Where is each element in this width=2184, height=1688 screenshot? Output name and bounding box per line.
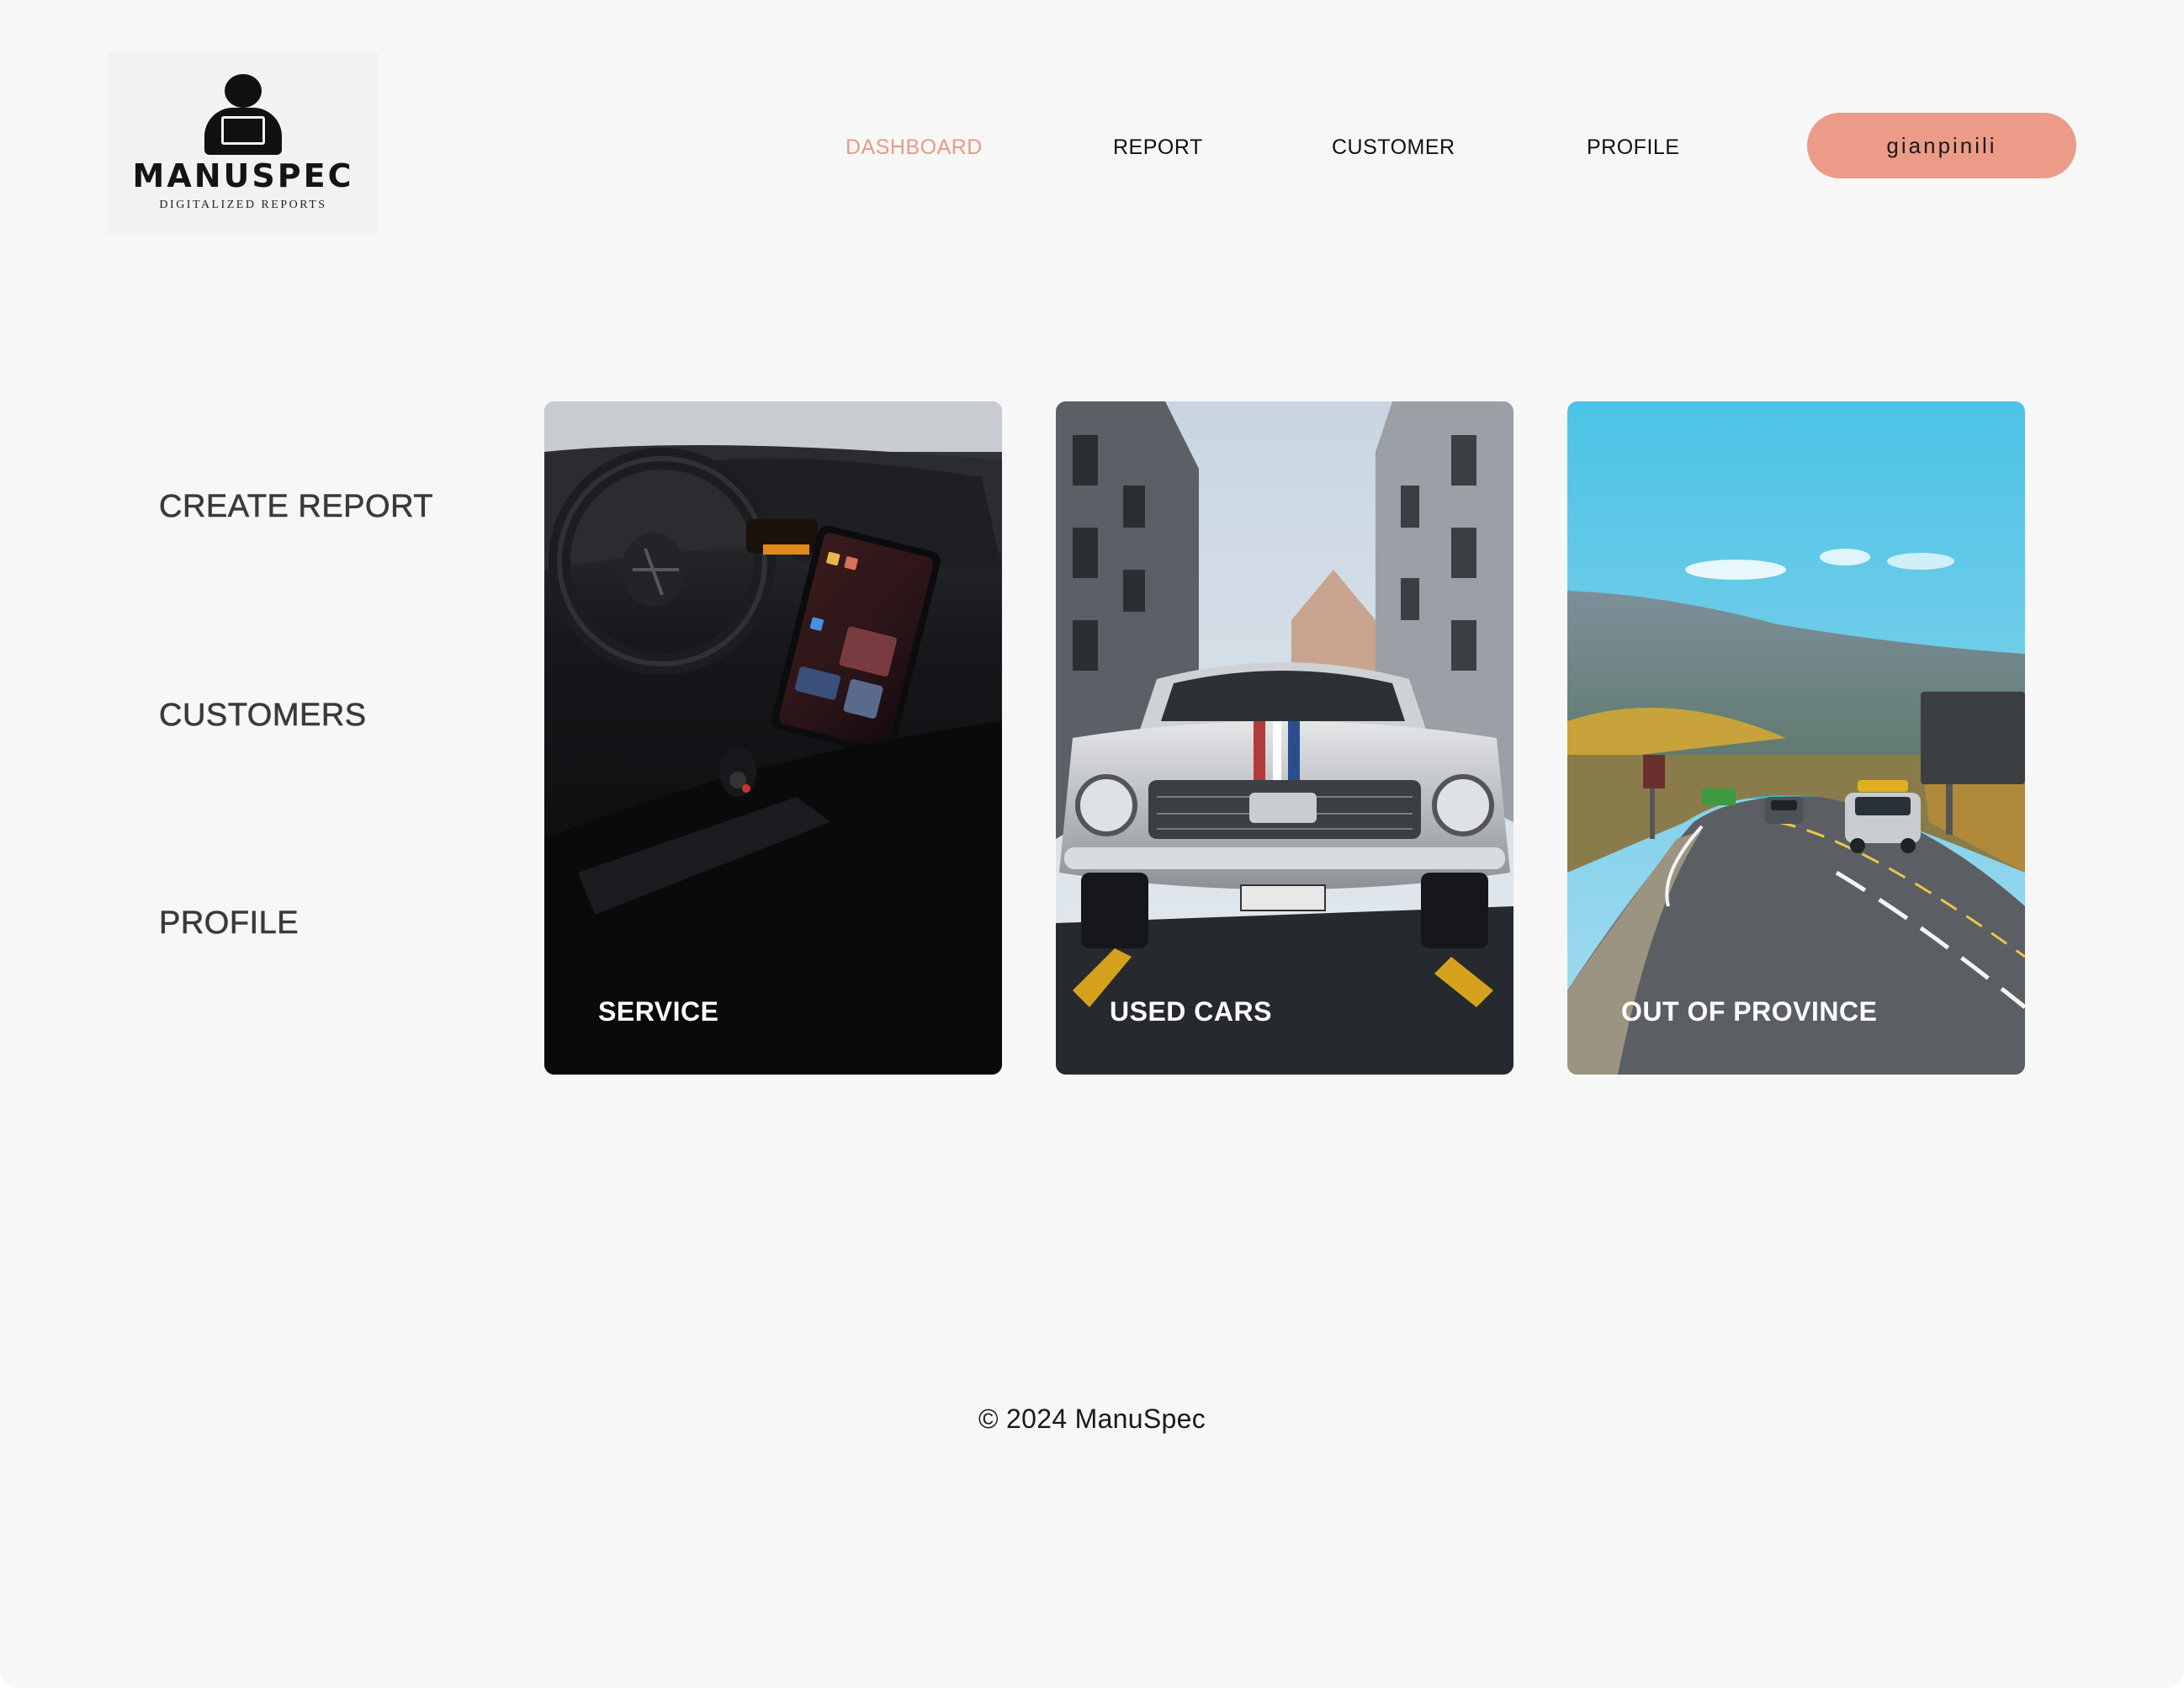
footer-copyright: © 2024 ManuSpec <box>978 1404 1206 1434</box>
app-window: MANUSPEC DIGITALIZED REPORTS DASHBOARD R… <box>0 0 2184 1688</box>
card-label: OUT OF PROVINCE <box>1621 996 1878 1027</box>
sidebar-item-profile[interactable]: PROFILE <box>159 905 299 942</box>
brand-title: MANUSPEC <box>132 157 354 194</box>
card-out-of-province[interactable]: OUT OF PROVINCE <box>1567 401 2025 1075</box>
car-interior-dashboard-image <box>544 401 1002 1075</box>
brand-logo[interactable]: MANUSPEC DIGITALIZED REPORTS <box>108 52 379 234</box>
mountain-highway-road-image <box>1567 401 2025 1075</box>
vintage-mustang-street-image <box>1056 401 1513 1075</box>
nav-customer[interactable]: CUSTOMER <box>1332 135 1455 160</box>
card-label: SERVICE <box>598 996 719 1027</box>
card-label: USED CARS <box>1110 996 1272 1027</box>
person-at-laptop-icon <box>201 74 285 155</box>
nav-dashboard[interactable]: DASHBOARD <box>846 135 983 160</box>
nav-report[interactable]: REPORT <box>1113 135 1203 160</box>
nav-profile[interactable]: PROFILE <box>1587 135 1679 160</box>
user-account-button[interactable]: gianpinili <box>1807 113 2076 178</box>
card-service[interactable]: SERVICE <box>544 401 1002 1075</box>
sidebar-item-customers[interactable]: CUSTOMERS <box>159 697 367 734</box>
brand-subtitle: DIGITALIZED REPORTS <box>159 199 327 211</box>
sidebar-item-create-report[interactable]: CREATE REPORT <box>159 488 433 525</box>
card-used-cars[interactable]: USED CARS <box>1056 401 1513 1075</box>
